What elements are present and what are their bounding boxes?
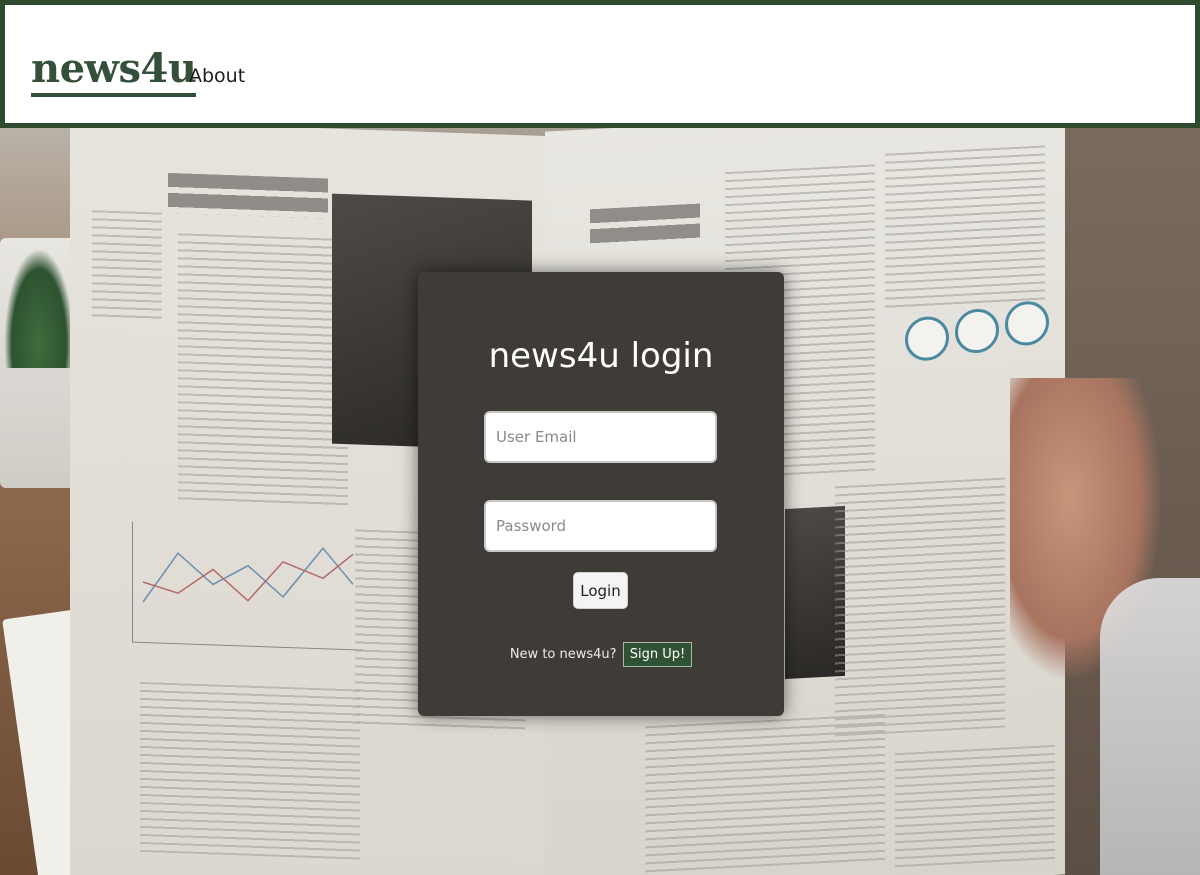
newspaper-gauge — [955, 307, 999, 355]
login-title: news4u login — [488, 336, 714, 376]
text-column — [140, 681, 360, 860]
login-button[interactable]: Login — [573, 572, 628, 609]
site-logo[interactable]: news4u — [31, 47, 197, 97]
text-column — [895, 744, 1055, 874]
password-input[interactable] — [484, 500, 717, 552]
login-card: news4u login Login New to news4u? Sign U… — [418, 272, 784, 716]
text-column — [645, 713, 885, 875]
site-header: news4u About — [0, 0, 1200, 128]
text-column — [835, 477, 1005, 737]
headline-block — [168, 172, 328, 219]
text-column — [178, 233, 348, 510]
nav-link-about[interactable]: About — [189, 65, 245, 87]
email-input[interactable] — [484, 411, 717, 463]
headline-block — [590, 203, 700, 246]
text-column — [92, 210, 162, 323]
chart-lines — [142, 547, 354, 603]
signup-prompt: New to news4u? — [509, 647, 617, 662]
plant — [4, 248, 74, 368]
reader-shirt — [1100, 578, 1200, 875]
text-column — [885, 145, 1045, 314]
signup-row: New to news4u? Sign Up! — [418, 642, 784, 667]
newspaper-gauge — [905, 315, 949, 362]
signup-button[interactable]: Sign Up! — [622, 642, 693, 667]
newspaper-gauge — [1005, 300, 1049, 347]
newspaper-chart — [132, 521, 363, 651]
plant-pot — [0, 238, 80, 488]
